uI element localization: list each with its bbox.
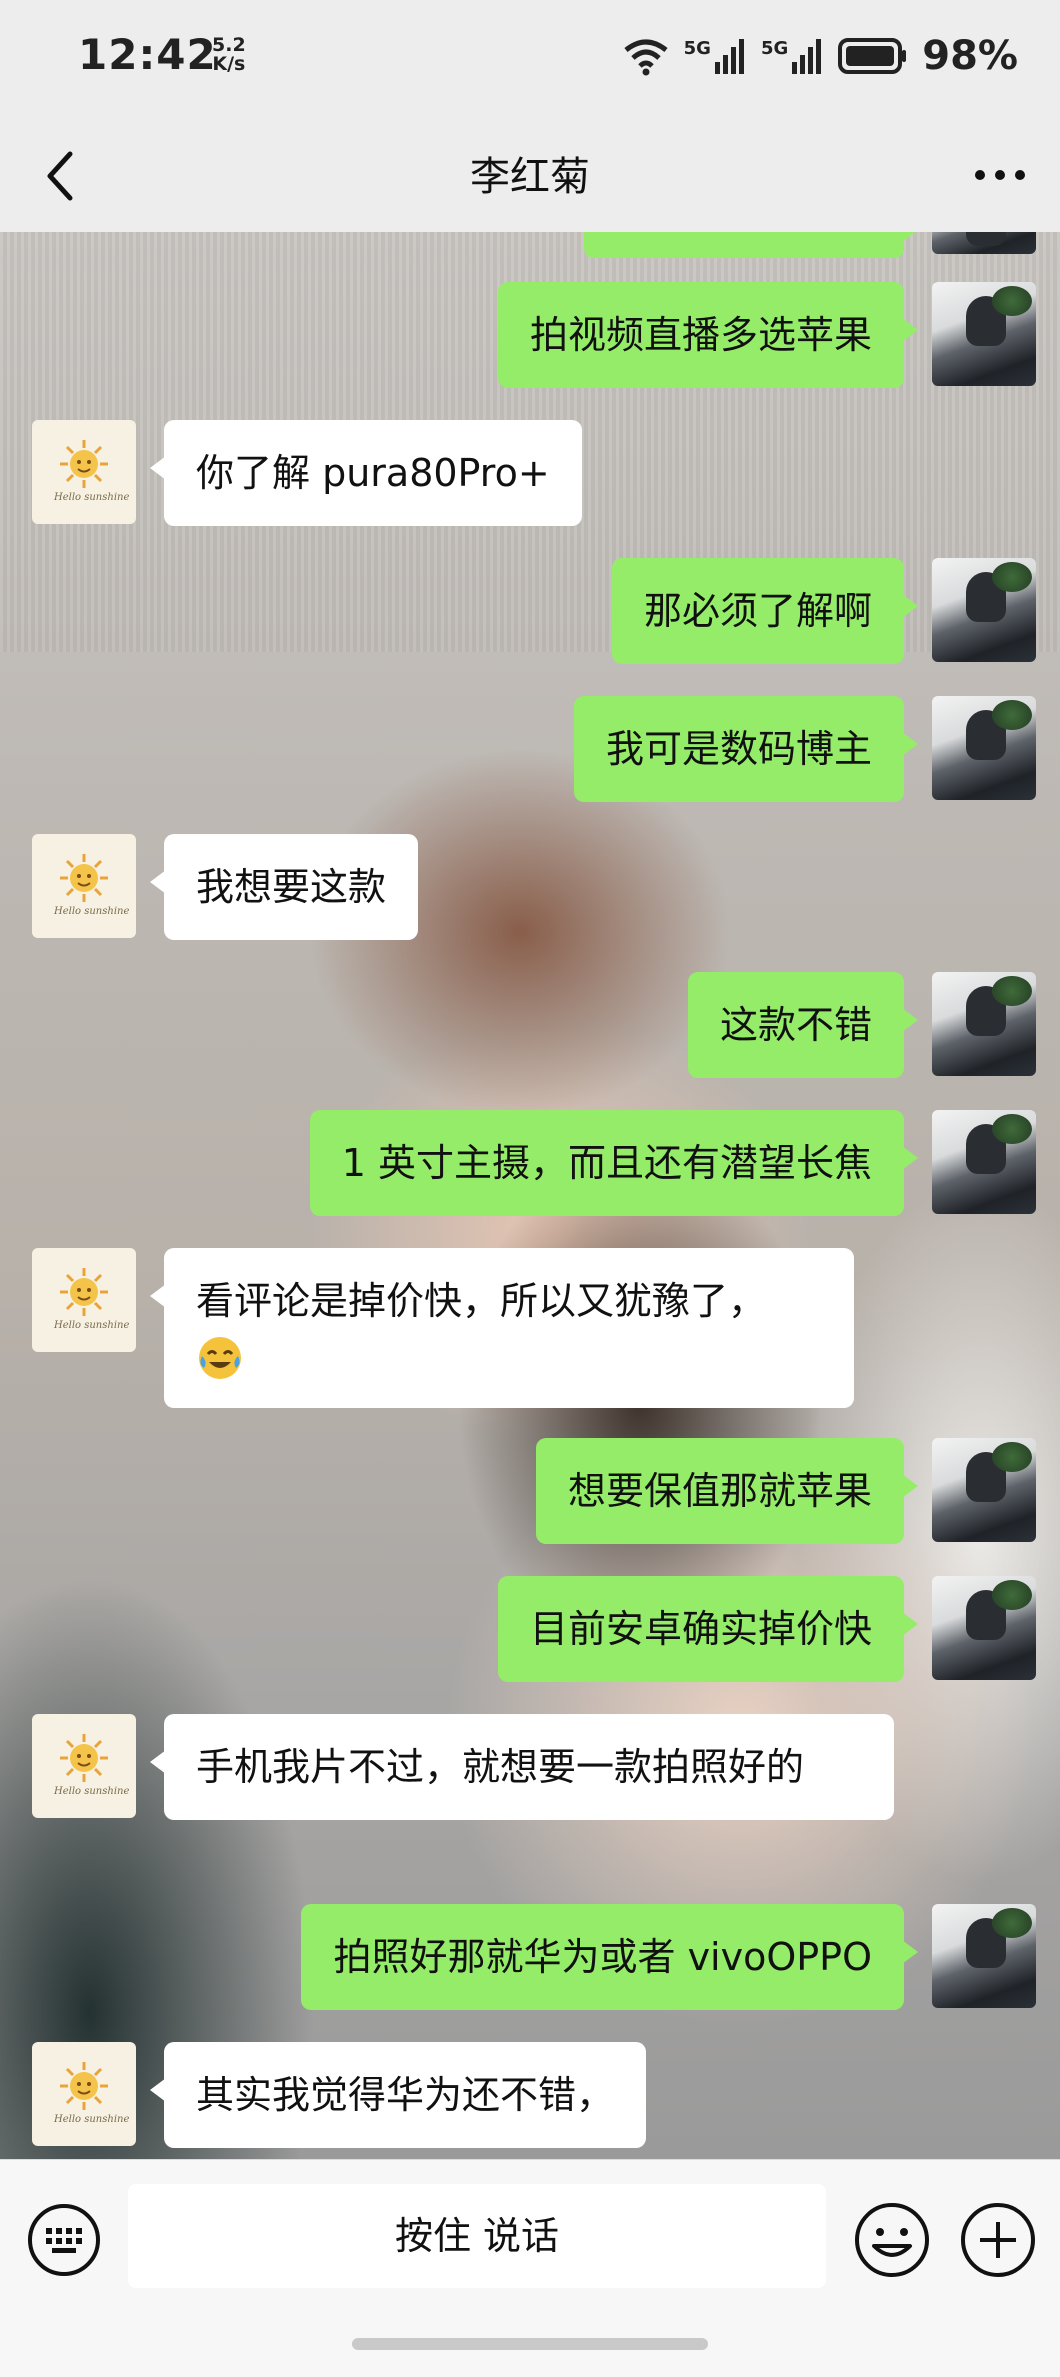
message-self: 想要保值那就苹果 <box>535 1438 1036 1544</box>
status-bar: 12:42 5.2 K/s 5G 5G 98% <box>0 0 1060 118</box>
network-speed: 5.2 K/s <box>212 36 246 74</box>
avatar[interactable] <box>932 232 1036 254</box>
message-bubble-other[interactable]: 手机我片不过，就想要一款拍照好的 <box>150 1714 894 1820</box>
message-bubble-self[interactable]: 目前安卓确实掉价快 <box>497 1576 919 1682</box>
sun-icon <box>60 440 108 488</box>
message-other: Hello sunshine 手机我片不过，就想要一款拍照好的 <box>32 1714 894 1820</box>
network-speed-unit: K/s <box>212 53 246 75</box>
message-self: 那必须了解啊 <box>611 558 1036 664</box>
plus-icon[interactable] <box>958 2200 1038 2280</box>
input-bar: 按住 说话 <box>0 2159 1060 2377</box>
status-time: 12:42 <box>78 30 217 79</box>
chat-message-list[interactable]: 拍视频直播多选苹果 Hello sunshine 你了解 pura80Pro+ … <box>0 232 1060 2159</box>
message-other: Hello sunshine 其实我觉得华为还不错， <box>32 2042 647 2148</box>
message-bubble-other[interactable]: 其实我觉得华为还不错， <box>149 2042 647 2148</box>
signal-5g-2: 5G <box>761 38 824 74</box>
message-bubble-self[interactable]: 1 英寸主摄，而且还有潜望长焦 <box>309 1110 919 1216</box>
avatar[interactable] <box>932 1904 1036 2008</box>
chat-header: 李红菊 <box>0 118 1060 232</box>
message-bubble-self[interactable]: 那必须了解啊 <box>611 558 919 664</box>
message-other: Hello sunshine 看评论是掉价快，所以又犹豫了， <box>32 1248 854 1408</box>
avatar[interactable]: Hello sunshine <box>32 2042 136 2146</box>
sun-icon <box>60 2062 108 2110</box>
message-bubble-other[interactable]: 你了解 pura80Pro+ <box>150 420 582 526</box>
avatar[interactable] <box>932 1438 1036 1542</box>
crying-laughing-emoji-icon <box>199 1336 241 1379</box>
status-icons: 5G 5G 98% <box>622 33 1018 79</box>
message-bubble-other[interactable]: 我想要这款 <box>149 834 419 940</box>
emoji-icon[interactable] <box>852 2200 932 2280</box>
message-self: 这款不错 <box>687 972 1036 1078</box>
hold-to-talk-button[interactable]: 按住 说话 <box>128 2184 826 2288</box>
avatar[interactable]: Hello sunshine <box>32 834 136 938</box>
avatar[interactable]: Hello sunshine <box>32 420 136 524</box>
signal-label-1: 5G <box>683 38 711 59</box>
message-bubble-self[interactable] <box>584 232 918 258</box>
message-bubble-self[interactable]: 这款不错 <box>687 972 919 1078</box>
message-other: Hello sunshine 你了解 pura80Pro+ <box>32 420 582 526</box>
message-bubble-self[interactable]: 想要保值那就苹果 <box>535 1438 919 1544</box>
battery-percent: 98% <box>922 33 1018 79</box>
sun-icon <box>60 1268 108 1316</box>
message-self: 拍照好那就华为或者 vivoOPPO <box>301 1904 1036 2010</box>
avatar[interactable]: Hello sunshine <box>32 1714 136 1818</box>
signal-icon <box>714 39 744 74</box>
message-self: 目前安卓确实掉价快 <box>497 1576 1036 1682</box>
message-self: 我可是数码博主 <box>573 696 1036 802</box>
signal-label-2: 5G <box>760 38 789 59</box>
avatar[interactable] <box>932 558 1036 662</box>
message-bubble-self[interactable]: 拍照好那就华为或者 vivoOPPO <box>301 1904 918 2010</box>
avatar[interactable] <box>932 1576 1036 1680</box>
home-indicator[interactable] <box>352 2338 708 2350</box>
keyboard-icon[interactable] <box>26 2202 102 2278</box>
message-bubble-self[interactable]: 拍视频直播多选苹果 <box>497 282 919 388</box>
message-bubble-other[interactable]: 看评论是掉价快，所以又犹豫了， <box>150 1248 854 1408</box>
battery-icon <box>838 38 907 74</box>
message-other: Hello sunshine 我想要这款 <box>32 834 419 940</box>
message-bubble-self[interactable]: 我可是数码博主 <box>573 696 919 802</box>
sun-icon <box>60 854 108 902</box>
message-self: 1 英寸主摄，而且还有潜望长焦 <box>309 1110 1036 1216</box>
more-icon[interactable] <box>970 148 1030 202</box>
wifi-icon <box>624 39 668 76</box>
message-partial-self <box>584 232 1036 258</box>
signal-icon <box>792 39 822 74</box>
message-text: 看评论是掉价快，所以又犹豫了， <box>196 1279 767 1323</box>
message-self: 拍视频直播多选苹果 <box>497 282 1036 388</box>
chat-title: 李红菊 <box>470 154 590 200</box>
signal-5g-1: 5G <box>684 38 747 74</box>
avatar[interactable] <box>932 282 1036 386</box>
avatar[interactable]: Hello sunshine <box>32 1248 136 1352</box>
avatar[interactable] <box>932 972 1036 1076</box>
sun-icon <box>60 1734 108 1782</box>
avatar[interactable] <box>932 1110 1036 1214</box>
avatar[interactable] <box>932 696 1036 800</box>
